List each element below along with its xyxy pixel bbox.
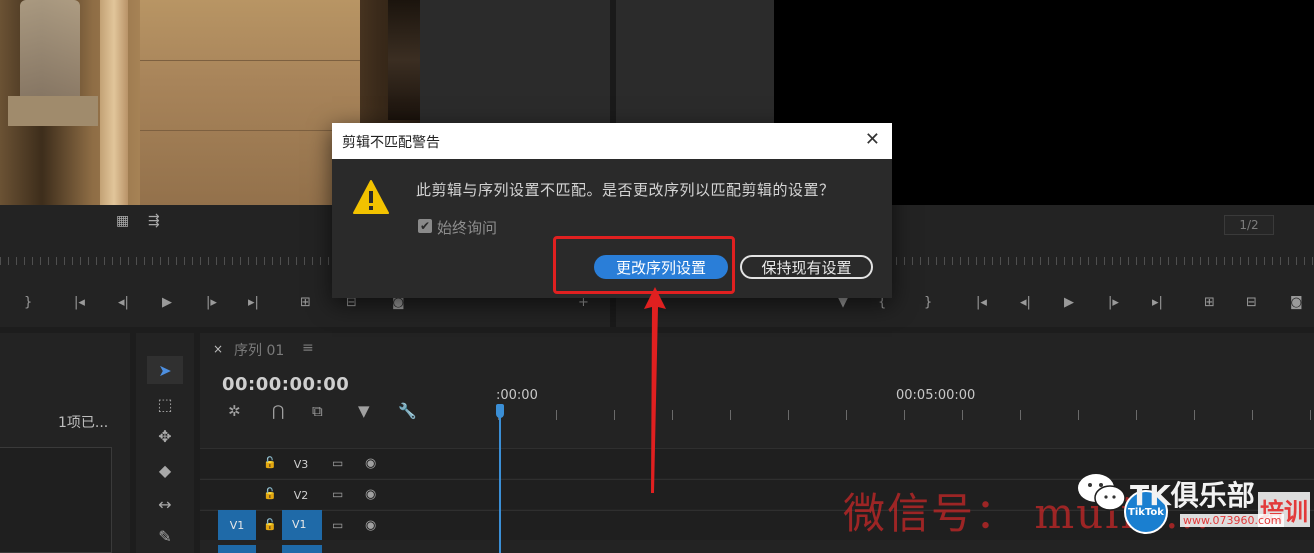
- step-back-icon[interactable]: ◂|: [1020, 295, 1031, 310]
- project-thumbnail[interactable]: [0, 447, 112, 553]
- keep-existing-settings-button[interactable]: 保持现有设置: [740, 255, 873, 279]
- slip-tool-icon[interactable]: ↔: [147, 490, 183, 518]
- pillar-image-part: [100, 0, 128, 205]
- play-icon[interactable]: ▶: [1064, 295, 1074, 310]
- project-item-count: 1项已...: [58, 415, 109, 431]
- timeline-timecode[interactable]: 00:00:00:00: [222, 374, 349, 395]
- mark-out-icon[interactable]: }: [24, 295, 32, 310]
- nest-icon[interactable]: ✲: [228, 402, 241, 420]
- watermark-brand: TK俱乐部: [1130, 479, 1255, 512]
- time-label-start: :00:00: [496, 388, 538, 403]
- always-ask-label[interactable]: 始终询问: [437, 217, 497, 238]
- wall-image-part: [140, 0, 360, 205]
- lock-icon[interactable]: 🔓: [263, 518, 277, 531]
- ripple-edit-tool-icon[interactable]: ✥: [147, 422, 183, 450]
- source-patch-v1[interactable]: V1: [218, 510, 256, 540]
- go-to-in-icon[interactable]: |◂: [976, 295, 987, 310]
- eye-icon[interactable]: ◉: [365, 456, 376, 471]
- wechat-logo-icon: [1078, 474, 1126, 511]
- source-patch-a1[interactable]: [218, 545, 256, 553]
- track-select-tool-icon[interactable]: ⬚: [147, 390, 183, 418]
- annotation-arrow-icon: [644, 287, 666, 493]
- step-forward-icon[interactable]: |▸: [1108, 295, 1119, 310]
- person-image-part: [388, 0, 420, 120]
- razor-tool-icon[interactable]: ◆: [147, 456, 183, 484]
- watermark-url: www.073960.com: [1180, 514, 1285, 527]
- lift-icon[interactable]: ⊞: [1204, 295, 1215, 310]
- selection-tool-icon[interactable]: ➤: [147, 356, 183, 384]
- playhead-line[interactable]: [499, 416, 501, 553]
- film-icon[interactable]: ▭: [332, 518, 343, 532]
- step-back-icon[interactable]: ◂|: [118, 295, 129, 310]
- target-track-a1[interactable]: [282, 545, 322, 553]
- wall-line: [140, 130, 360, 131]
- camera-icon[interactable]: ◙: [1290, 295, 1303, 310]
- playhead-handle[interactable]: [496, 404, 504, 418]
- time-label-5min: 00:05:00:00: [896, 388, 976, 403]
- timeline-ruler[interactable]: [498, 410, 1314, 420]
- snap-magnet-icon[interactable]: ⋂: [272, 402, 284, 420]
- wrench-icon[interactable]: 🔧: [398, 402, 417, 420]
- go-to-in-icon[interactable]: |◂: [74, 295, 85, 310]
- film-icon[interactable]: ▭: [332, 487, 343, 501]
- eye-icon[interactable]: ◉: [365, 518, 376, 533]
- warning-icon: [353, 180, 389, 214]
- timeline-tab-title[interactable]: 序列 01: [234, 340, 284, 360]
- step-forward-icon[interactable]: |▸: [206, 295, 217, 310]
- mark-out-icon[interactable]: }: [924, 295, 932, 310]
- pen-tool-icon[interactable]: ✎: [147, 522, 183, 550]
- close-icon[interactable]: ✕: [865, 129, 880, 150]
- eye-icon[interactable]: ◉: [365, 487, 376, 502]
- go-to-out-icon[interactable]: ▸|: [1152, 295, 1163, 310]
- lock-icon[interactable]: 🔓: [263, 456, 277, 469]
- track-label-v2: V2: [293, 489, 309, 502]
- waves-icon[interactable]: ⇶: [148, 213, 160, 229]
- dialog-message: 此剪辑与序列设置不匹配。是否更改序列以匹配剪辑的设置？: [416, 181, 835, 199]
- always-ask-checkbox[interactable]: ✔: [418, 219, 432, 233]
- wall-line: [140, 60, 360, 61]
- annotation-highlight-box: [553, 236, 735, 294]
- linked-selection-icon[interactable]: ⧉: [312, 402, 323, 420]
- page-indicator[interactable]: 1/2: [1224, 215, 1274, 235]
- statue-base-image-part: [8, 96, 98, 126]
- tab-close-icon[interactable]: ×: [213, 342, 223, 356]
- play-icon[interactable]: ▶: [162, 295, 172, 310]
- track-label-v3: V3: [293, 458, 309, 471]
- target-track-v1[interactable]: V1: [282, 510, 322, 540]
- tab-menu-icon[interactable]: ≡: [302, 340, 314, 356]
- dialog-titlebar[interactable]: 剪辑不匹配警告 ✕: [332, 123, 892, 159]
- lock-icon[interactable]: 🔓: [263, 487, 277, 500]
- film-icon[interactable]: ▭: [332, 456, 343, 470]
- go-to-out-icon[interactable]: ▸|: [248, 295, 259, 310]
- insert-icon[interactable]: ⊞: [300, 295, 311, 310]
- film-icon[interactable]: ▦: [116, 213, 129, 229]
- extract-icon[interactable]: ⊟: [1246, 295, 1257, 310]
- track-label-v1: V1: [292, 518, 307, 531]
- add-marker-icon[interactable]: ▼: [358, 402, 370, 420]
- dialog-title: 剪辑不匹配警告: [342, 135, 440, 151]
